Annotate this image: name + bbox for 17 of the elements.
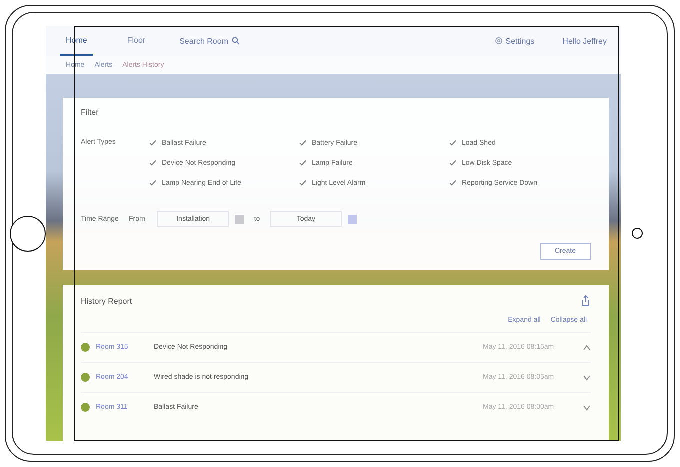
- share-icon[interactable]: [581, 295, 591, 307]
- chevron-icon[interactable]: [583, 344, 591, 350]
- status-dot: [81, 403, 90, 412]
- card-title: Filter: [81, 108, 100, 117]
- user-greeting[interactable]: Hello Jeffrey: [562, 36, 607, 46]
- settings-link[interactable]: Settings: [494, 36, 535, 46]
- search-room-link[interactable]: Search Room: [180, 36, 240, 46]
- chevron-icon[interactable]: [583, 404, 591, 410]
- camera-dot: [632, 228, 643, 239]
- chevron-icon[interactable]: [583, 374, 591, 380]
- gear-icon: [494, 37, 503, 45]
- search-icon: [232, 37, 240, 45]
- nav-tab[interactable]: Floor: [121, 26, 152, 56]
- card-title: History Report: [81, 296, 132, 306]
- home-button[interactable]: [10, 216, 46, 252]
- status-dot: [81, 343, 90, 352]
- status-dot: [81, 373, 90, 382]
